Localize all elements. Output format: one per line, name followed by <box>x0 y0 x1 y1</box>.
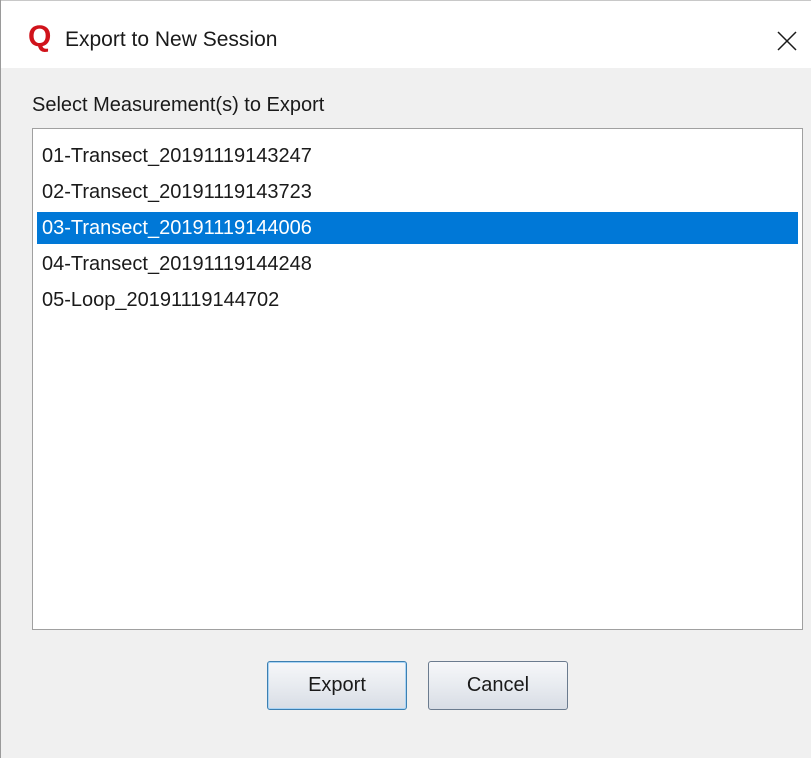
close-icon <box>777 31 797 51</box>
list-item[interactable]: 02-Transect_20191119143723 <box>37 174 798 210</box>
title-bar[interactable]: Q Export to New Session <box>1 0 811 68</box>
measurement-listbox[interactable]: 01-Transect_20191119143247 02-Transect_2… <box>32 128 803 630</box>
list-item[interactable]: 01-Transect_20191119143247 <box>37 138 798 174</box>
window-title: Export to New Session <box>65 28 278 51</box>
list-item-selected[interactable]: 03-Transect_20191119144006 <box>37 212 798 244</box>
export-button[interactable]: Export <box>267 661 407 710</box>
list-item[interactable]: 04-Transect_20191119144248 <box>37 246 798 282</box>
app-logo-icon: Q <box>28 20 52 53</box>
select-measurements-label: Select Measurement(s) to Export <box>32 94 325 116</box>
cancel-button[interactable]: Cancel <box>428 661 568 710</box>
list-item[interactable]: 05-Loop_20191119144702 <box>37 282 798 318</box>
close-button[interactable] <box>767 23 803 59</box>
export-dialog-window: Q Export to New Session Select Measureme… <box>0 0 811 758</box>
